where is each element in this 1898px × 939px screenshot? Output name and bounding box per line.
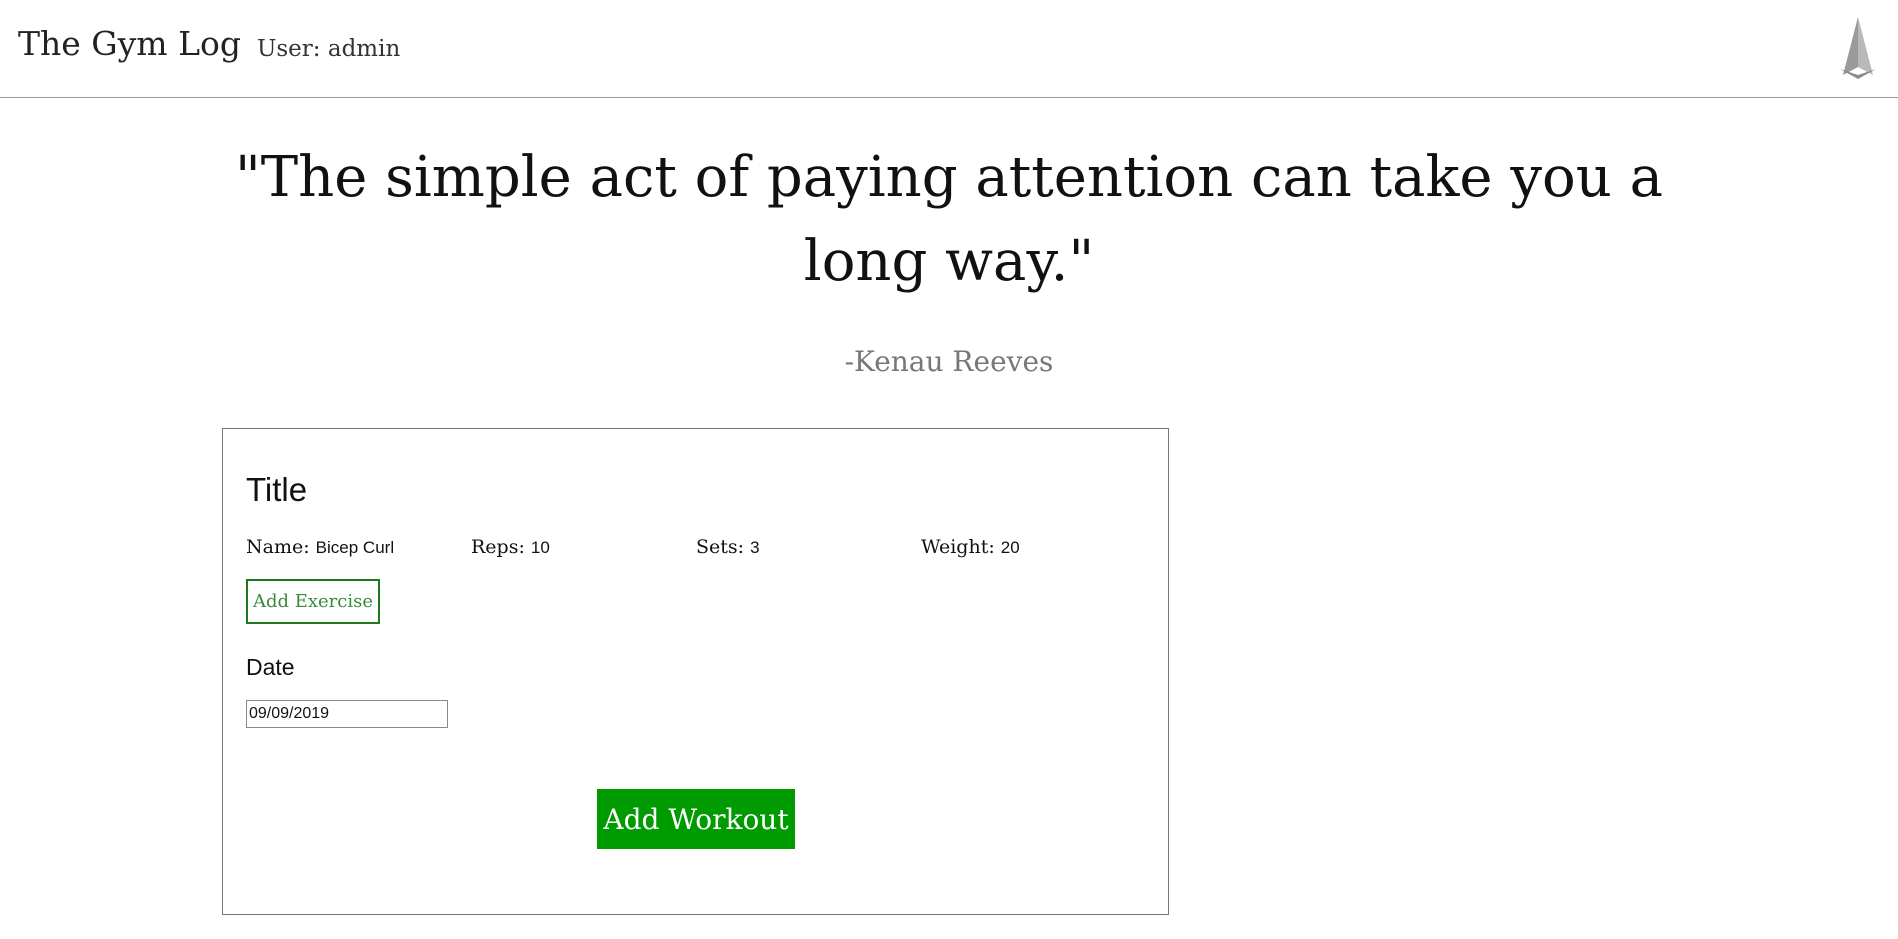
workout-form: Title Name: Bicep Curl Reps: 10 Sets: 3 … [222, 428, 1169, 915]
add-exercise-button[interactable]: Add Exercise [246, 579, 380, 624]
reps-value: 10 [530, 538, 550, 557]
exercise-weight-field: Weight: 20 [921, 536, 1020, 558]
date-label: Date [246, 654, 295, 680]
weight-value: 20 [1000, 538, 1020, 557]
brand-title[interactable]: The Gym Log [18, 24, 241, 63]
exercise-sets-field: Sets: 3 [696, 536, 760, 558]
navbar: The Gym Log User: admin [0, 0, 1898, 98]
weight-label: Weight: [921, 536, 995, 558]
sailboat-logo-icon[interactable] [1838, 17, 1878, 79]
quote-author: -Kenau Reeves [844, 345, 1054, 378]
reps-label: Reps: [471, 536, 525, 558]
sets-label: Sets: [696, 536, 745, 558]
quote-text: "The simple act of paying attention can … [235, 145, 1663, 294]
name-label: Name: [246, 536, 310, 558]
exercise-reps-field: Reps: 10 [471, 536, 550, 558]
name-value: Bicep Curl [315, 538, 395, 557]
add-workout-button[interactable]: Add Workout [597, 789, 795, 849]
exercise-name-field: Name: Bicep Curl [246, 536, 394, 558]
sets-value: 3 [750, 538, 760, 557]
page: The Gym Log User: admin "The simple act … [0, 0, 1898, 939]
user-info: User: admin [257, 36, 401, 62]
workout-title: Title [246, 471, 308, 508]
date-input[interactable] [246, 700, 448, 728]
